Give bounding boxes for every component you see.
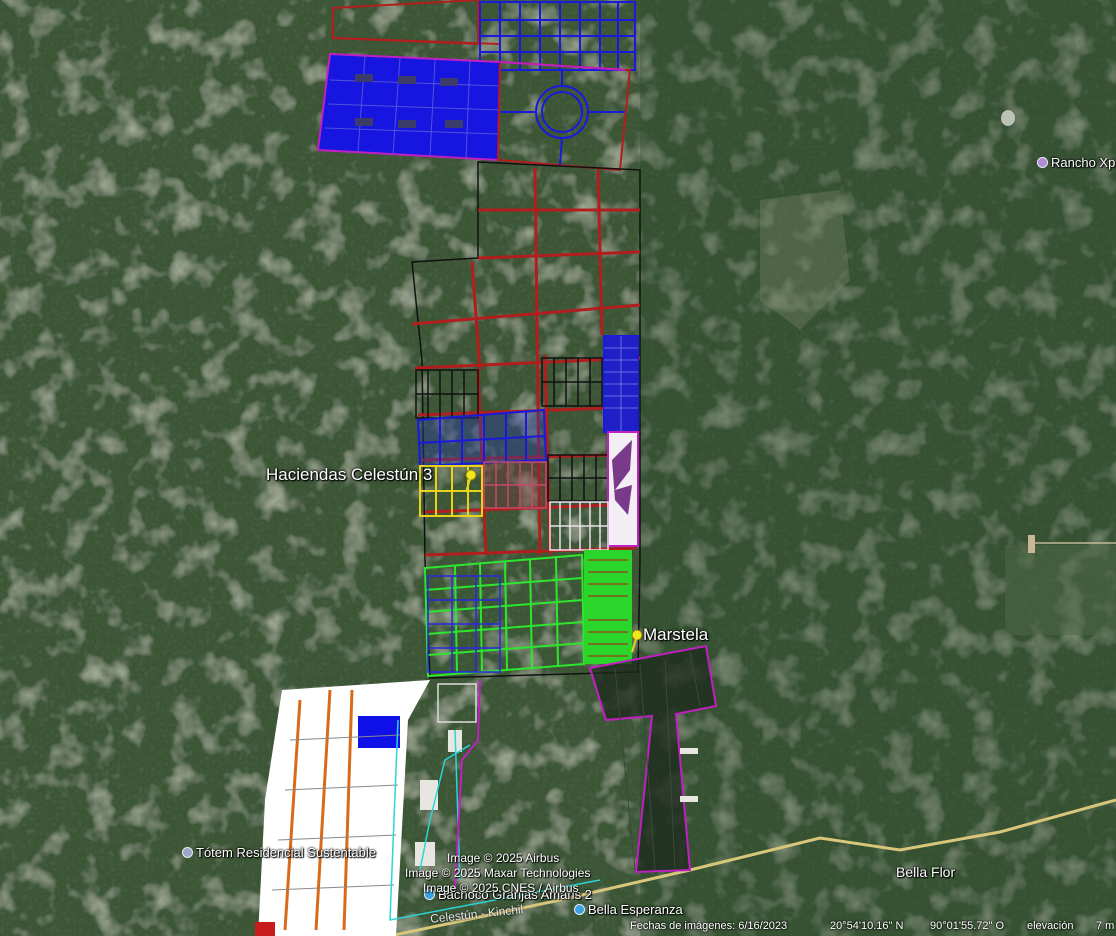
poi-icon xyxy=(1037,157,1048,168)
longitude-readout: 90°01'55.72" O xyxy=(930,920,1005,932)
white-purple-strip xyxy=(607,431,639,547)
copyright-line: Image © 2025 Maxar Technologies xyxy=(405,866,591,880)
pink-grid xyxy=(483,461,547,509)
elevation-label: elevación xyxy=(1027,920,1074,932)
copyright-line: Image © 2025 CNES / Airbus xyxy=(423,881,579,895)
field-patch xyxy=(1005,545,1116,635)
imagery-date: Fechas de imágenes: 6/16/2023 xyxy=(630,920,788,932)
satellite-map[interactable] xyxy=(0,0,1116,936)
poi-label: Tótem Residencial Sustentable xyxy=(196,845,376,860)
white-spot xyxy=(1001,110,1015,126)
blue-strip-east xyxy=(603,335,639,433)
pin-label-marstela[interactable]: Marstela xyxy=(643,625,708,645)
poi-bella-esperanza[interactable]: Bella Esperanza xyxy=(574,902,683,917)
imagery-copyright: Image © 2025 Airbus Image © 2025 Maxar T… xyxy=(405,851,590,896)
terrain-right-darker xyxy=(640,0,1116,936)
poi-icon xyxy=(574,904,585,915)
poi-label: Bella Esperanza xyxy=(588,902,683,917)
copyright-line: Image © 2025 Airbus xyxy=(447,851,560,865)
poi-label: Rancho Xp xyxy=(1051,155,1116,170)
poi-rancho[interactable]: Rancho Xp xyxy=(1037,155,1115,170)
pin-label-haciendas[interactable]: Haciendas Celestún 3 xyxy=(266,465,432,485)
blue-lots-block xyxy=(316,52,502,162)
poi-totem[interactable]: Tótem Residencial Sustentable xyxy=(182,845,376,860)
latitude-readout: 20°54'10.16" N xyxy=(830,920,904,932)
blue-grid-middle xyxy=(416,408,548,468)
poi-icon xyxy=(182,847,193,858)
place-bella-flor[interactable]: Bella Flor xyxy=(896,864,955,880)
status-bar: Fechas de imágenes: 6/16/2023 20°54'10.1… xyxy=(0,916,1116,936)
small-structure xyxy=(1028,535,1035,553)
green-filled-block xyxy=(584,550,632,664)
eye-altitude: 7 m xyxy=(1096,920,1115,932)
